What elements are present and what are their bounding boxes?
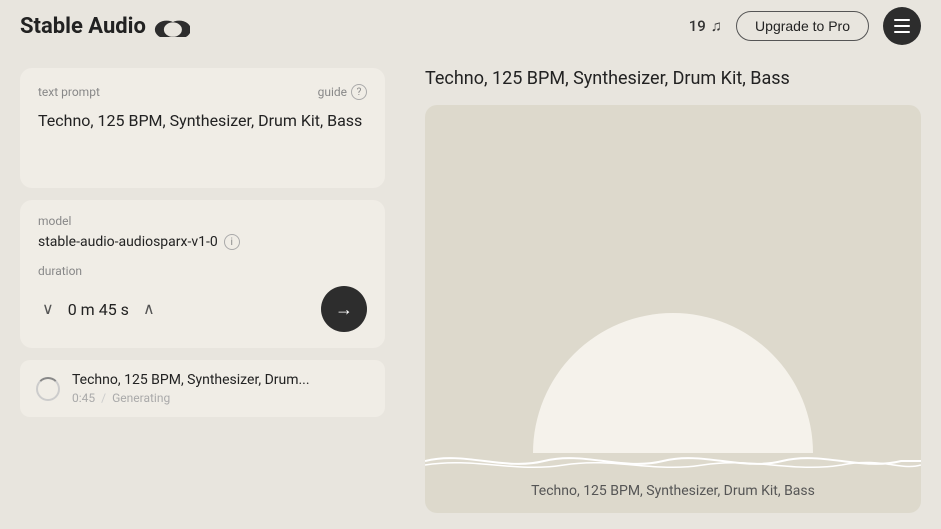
menu-button[interactable] bbox=[883, 7, 921, 45]
model-name: stable-audio-audiosparx-v1-0 bbox=[38, 234, 218, 250]
history-duration: 0:45 bbox=[72, 391, 95, 405]
model-name-row: stable-audio-audiosparx-v1-0 i bbox=[38, 234, 367, 250]
model-label: model bbox=[38, 214, 367, 228]
guide-help-icon: ? bbox=[351, 84, 367, 100]
menu-line-2 bbox=[894, 25, 910, 27]
app-title: Stable Audio bbox=[20, 14, 146, 39]
duration-value: 0 m 45 s bbox=[68, 300, 129, 319]
prompt-card: text prompt guide ? Techno, 125 BPM, Syn… bbox=[20, 68, 385, 188]
header: Stable Audio 19 ♫ Upgrade to Pro bbox=[0, 0, 941, 52]
guide-link[interactable]: guide ? bbox=[318, 84, 367, 100]
track-title: Techno, 125 BPM, Synthesizer, Drum Kit, … bbox=[425, 68, 921, 89]
track-label-bottom: Techno, 125 BPM, Synthesizer, Drum Kit, … bbox=[425, 483, 921, 499]
menu-line-3 bbox=[894, 31, 910, 33]
artwork-inner bbox=[425, 105, 921, 513]
prompt-label: text prompt bbox=[38, 85, 100, 99]
artwork-container: Techno, 125 BPM, Synthesizer, Drum Kit, … bbox=[425, 105, 921, 513]
menu-line-1 bbox=[894, 19, 910, 21]
logo-icon bbox=[154, 15, 190, 37]
loading-spinner bbox=[36, 377, 60, 401]
model-info-icon[interactable]: i bbox=[224, 234, 240, 250]
guide-text: guide bbox=[318, 85, 347, 99]
model-card: model stable-audio-audiosparx-v1-0 i dur… bbox=[20, 200, 385, 348]
duration-increase-button[interactable]: ∧ bbox=[139, 297, 159, 321]
history-info: Techno, 125 BPM, Synthesizer, Drum... 0:… bbox=[72, 372, 310, 405]
header-right: 19 ♫ Upgrade to Pro bbox=[689, 7, 921, 45]
duration-label: duration bbox=[38, 264, 367, 278]
prompt-label-row: text prompt guide ? bbox=[38, 84, 367, 100]
history-status: Generating bbox=[112, 391, 170, 405]
header-left: Stable Audio bbox=[20, 14, 190, 39]
right-panel: Techno, 125 BPM, Synthesizer, Drum Kit, … bbox=[405, 52, 941, 529]
credits-display: 19 ♫ bbox=[689, 17, 722, 35]
duration-decrease-button[interactable]: ∨ bbox=[38, 297, 58, 321]
arrow-right-icon: → bbox=[335, 299, 353, 320]
prompt-text[interactable]: Techno, 125 BPM, Synthesizer, Drum Kit, … bbox=[38, 110, 367, 170]
sun-shape bbox=[533, 313, 813, 453]
duration-row: ∨ 0 m 45 s ∧ → bbox=[38, 286, 367, 332]
duration-minutes: 0 m bbox=[68, 300, 95, 319]
credits-count: 19 bbox=[689, 17, 706, 35]
meta-separator: / bbox=[101, 391, 106, 405]
music-note-icon: ♫ bbox=[711, 17, 722, 35]
history-track-title: Techno, 125 BPM, Synthesizer, Drum... bbox=[72, 372, 310, 388]
upgrade-button[interactable]: Upgrade to Pro bbox=[736, 11, 869, 41]
history-item[interactable]: Techno, 125 BPM, Synthesizer, Drum... 0:… bbox=[20, 360, 385, 417]
history-meta: 0:45 / Generating bbox=[72, 391, 310, 405]
duration-seconds: 45 s bbox=[99, 300, 129, 319]
main-content: text prompt guide ? Techno, 125 BPM, Syn… bbox=[0, 52, 941, 529]
left-panel: text prompt guide ? Techno, 125 BPM, Syn… bbox=[0, 52, 405, 529]
waves-svg bbox=[425, 443, 921, 473]
generate-button[interactable]: → bbox=[321, 286, 367, 332]
